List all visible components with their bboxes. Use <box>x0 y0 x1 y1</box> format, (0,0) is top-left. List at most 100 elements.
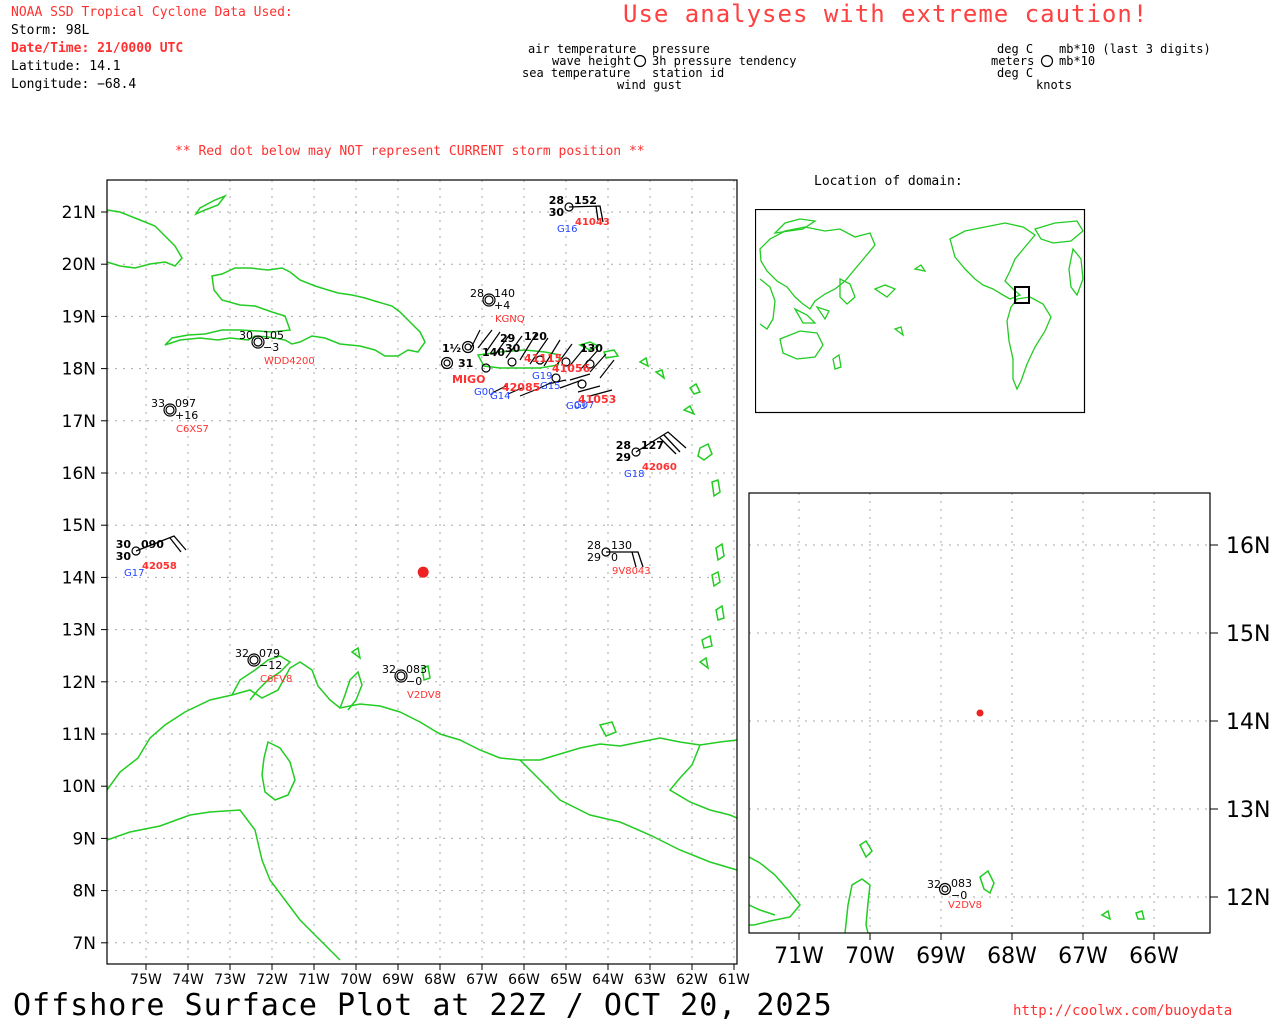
lat-label: 14N <box>62 568 96 588</box>
lat-label: 21N <box>62 203 96 223</box>
station-air-temp: 33 <box>151 397 165 410</box>
station-air-temp: 28 <box>470 287 484 300</box>
station-id: 42060 <box>642 462 677 473</box>
station-cluster-puerto-rico: 1½ 31 140 29 120 30 130 MIGO G00 G19 G15… <box>440 329 616 412</box>
station-42058: 303009042058G17 <box>116 535 187 579</box>
zoom-lon-label: 71W <box>774 944 824 969</box>
station-pressure-tendency: 0 <box>611 551 618 564</box>
lon-label: 67W <box>466 972 498 988</box>
lat-label: 17N <box>62 412 96 432</box>
cluster-label: MIGO <box>452 373 485 386</box>
zoom-lat-label: 15N <box>1226 622 1270 647</box>
lat-label: 18N <box>62 360 96 380</box>
cluster-label: 31 <box>458 357 473 370</box>
cluster-label: G15 <box>540 381 560 392</box>
lat-label: 7N <box>72 934 96 954</box>
units-knots: knots <box>1036 78 1073 92</box>
zoom-lon-label: 70W <box>845 944 895 969</box>
main-map: 21N 20N 19N 18N 17N 16N 15N 14N 13N 12N 11N 10N 9N 8N… <box>62 179 750 988</box>
zoom-lon-label: 66W <box>1129 944 1179 969</box>
inset-world-map <box>755 209 1086 414</box>
station-gust: G18 <box>624 469 644 480</box>
station-wdd4200: 30 105−3WDD4200 <box>239 329 315 367</box>
station-v2dv8: 32 083−0V2DV8 <box>382 663 441 701</box>
lon-label: 66W <box>508 972 540 988</box>
inset-frame <box>755 209 1086 414</box>
units-station-circle-icon <box>1040 54 1054 68</box>
lon-label: 69W <box>382 972 414 988</box>
lon-label: 74W <box>172 972 204 988</box>
lat-label: 13N <box>62 621 96 641</box>
lat-label: 12N <box>62 673 96 693</box>
station-id: C6XS7 <box>176 424 209 435</box>
lat-label: 19N <box>62 307 96 327</box>
station-air-temp: 32 <box>235 647 249 660</box>
station-pressure-tendency: −3 <box>263 341 279 354</box>
station-sea-temp: 30 <box>549 206 565 219</box>
station-sea-temp: 29 <box>587 551 601 564</box>
cluster-label: 120 <box>524 330 547 343</box>
lon-label: 68W <box>424 972 456 988</box>
lon-label: 64W <box>592 972 624 988</box>
station-id: 9V8043 <box>612 566 651 577</box>
zoom-station-id: V2DV8 <box>948 900 982 911</box>
main-map-lon-labels: 75W 74W 73W 72W 71W 70W 69W 68W 67W 66W 65W 64W 63W 6… <box>130 964 750 988</box>
station-id: V2DV8 <box>407 690 441 701</box>
lon-label: 75W <box>130 972 162 988</box>
station-pressure: 127 <box>641 439 664 452</box>
lat-label: 10N <box>62 777 96 797</box>
station-id: WDD4200 <box>264 356 315 367</box>
zoom-lat-label: 14N <box>1226 710 1270 735</box>
station-id: 42058 <box>142 561 177 572</box>
station-air-temp: 32 <box>382 663 396 676</box>
units-deg-c-sea: deg C <box>997 66 1034 80</box>
zoom-station-air: 32 <box>927 878 941 891</box>
station-41043: 283015241043G16 <box>549 194 610 235</box>
lon-label: 63W <box>634 972 666 988</box>
station-c6xs7: 33 097+16C6XS7 <box>151 397 209 435</box>
cluster-label: 130 <box>580 342 603 355</box>
plot-title: Offshore Surface Plot at 22Z / OCT 20, 2… <box>13 988 833 1023</box>
cluster-label: 1½ <box>442 342 461 355</box>
station-gust: G16 <box>557 224 577 235</box>
station-pressure-tendency: +16 <box>175 409 198 422</box>
lat-label: 16N <box>62 464 96 484</box>
station-pressure-tendency: −12 <box>259 659 282 672</box>
station-id: 41043 <box>575 217 610 228</box>
cluster-label: 42085 <box>502 381 540 394</box>
lat-label: 15N <box>62 516 96 536</box>
cluster-label: 30 <box>505 342 521 355</box>
units-mb: mb*10 <box>1059 54 1096 68</box>
station-sea-temp: 29 <box>616 451 631 464</box>
station-42060: 282912742060G18 <box>616 431 687 480</box>
station-9v8043: 282913009V8043 <box>587 539 651 577</box>
zoom-lon-label: 68W <box>987 944 1037 969</box>
station-c6fv8: 32 079−12C6FV8 <box>235 647 292 685</box>
lon-label: 62W <box>676 972 708 988</box>
lat-label: 8N <box>72 882 96 902</box>
main-map-stations: 283015241043G1628 140+4KGNQ30 105−3WDD4200… <box>116 194 687 701</box>
station-pressure: 152 <box>574 194 597 207</box>
lat-label: 11N <box>62 725 96 745</box>
lon-label: 73W <box>214 972 246 988</box>
station-kgnq: 28 140+4KGNQ <box>470 287 525 325</box>
source-url[interactable]: http://coolwx.com/buoydata <box>1013 1003 1232 1019</box>
station-id: C6FV8 <box>260 674 292 685</box>
zoom-lon-label: 67W <box>1058 944 1108 969</box>
lon-label: 65W <box>550 972 582 988</box>
cluster-label: 41056 <box>552 362 591 375</box>
zoom-map-lat-labels: 16N 15N 14N 13N 12N <box>1210 534 1270 911</box>
zoom-station-v2dv8: 32 083 −0 V2DV8 <box>927 877 982 911</box>
main-map-coastline <box>106 194 738 961</box>
storm-position-marker <box>417 566 429 578</box>
zoom-lat-label: 12N <box>1226 886 1270 911</box>
station-pressure: 090 <box>141 538 164 551</box>
main-map-lat-labels: 21N 20N 19N 18N 17N 16N 15N 14N 13N 12N 11N 10N 9N 8N… <box>62 203 107 954</box>
zoom-lat-label: 13N <box>1226 798 1270 823</box>
lon-label: 72W <box>256 972 288 988</box>
station-pressure-tendency: +4 <box>494 299 510 312</box>
lat-label: 20N <box>62 255 96 275</box>
cluster-label: 41053 <box>578 393 616 406</box>
lon-label: 71W <box>298 972 330 988</box>
station-id: KGNQ <box>495 314 525 325</box>
